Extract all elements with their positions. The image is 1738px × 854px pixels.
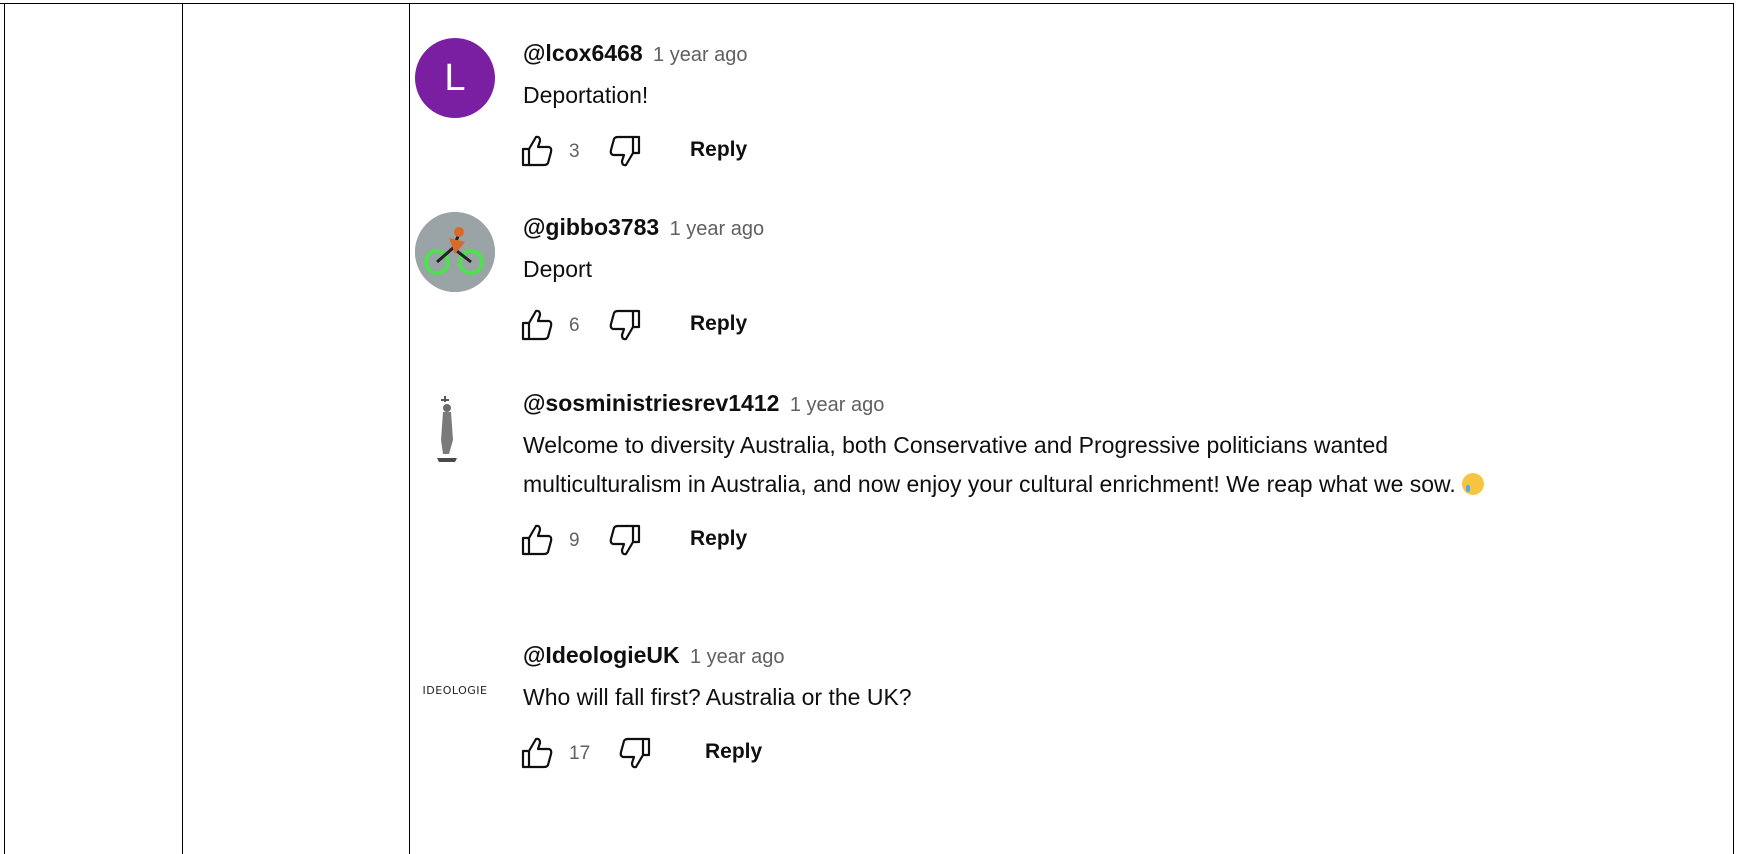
thumbs-down-icon [619, 737, 651, 769]
comment-text: Welcome to diversity Australia, both Con… [523, 432, 1456, 497]
like-count: 9 [569, 530, 580, 551]
table-border-top [0, 3, 1734, 4]
comment-text: Deport [523, 256, 593, 282]
thumbs-up-icon [521, 309, 553, 341]
thumbs-down-icon [609, 135, 641, 167]
comment-body: @sosministriesrev1412 1 year ago Welcome… [521, 388, 1715, 560]
author-handle[interactable]: @sosministriesrev1412 [523, 390, 779, 416]
reply-button[interactable]: Reply [690, 138, 747, 162]
statue-avatar-image [415, 388, 495, 468]
like-count: 3 [569, 141, 580, 162]
comment-text-block: Welcome to diversity Australia, both Con… [523, 426, 1533, 504]
like-button[interactable] [517, 520, 561, 560]
comment-header: @lcox6468 1 year ago [523, 38, 1715, 70]
thumbs-up-icon [521, 737, 553, 769]
comment-body: @IdeologieUK 1 year ago Who will fall fi… [521, 640, 1715, 773]
comment-text: Deportation! [523, 82, 649, 108]
comment-body: @gibbo3783 1 year ago Deport 6 Reply [521, 212, 1715, 345]
cyclist-avatar-image [415, 212, 495, 292]
comment-body: @lcox6468 1 year ago Deportation! 3 Repl… [521, 38, 1715, 171]
like-button[interactable] [517, 305, 561, 345]
author-handle[interactable]: @lcox6468 [523, 40, 643, 66]
comment-time[interactable]: 1 year ago [690, 646, 785, 668]
comment-time[interactable]: 1 year ago [653, 44, 748, 66]
dislike-button[interactable] [605, 520, 649, 560]
reply-button[interactable]: Reply [690, 312, 747, 336]
avatar[interactable]: IDEOLOGIE [415, 650, 495, 730]
dislike-button[interactable] [605, 305, 649, 345]
table-divider-1 [182, 3, 183, 854]
dislike-button[interactable] [605, 131, 649, 171]
avatar-letter: L [444, 56, 466, 99]
comment: L @lcox6468 1 year ago Deportation! 3 Re… [415, 38, 1715, 188]
thumbs-down-icon [609, 309, 641, 341]
table-divider-2 [409, 3, 410, 854]
comment-actions: 9 Reply [521, 520, 1715, 560]
thumbs-up-icon [521, 524, 553, 556]
like-button[interactable] [517, 733, 561, 773]
author-handle[interactable]: @gibbo3783 [523, 214, 659, 240]
thumbs-down-icon [609, 524, 641, 556]
comment-time[interactable]: 1 year ago [670, 218, 765, 240]
comment-header: @IdeologieUK 1 year ago [523, 640, 1715, 672]
comment-header: @gibbo3783 1 year ago [523, 212, 1715, 244]
comment-actions: 17 Reply [521, 733, 1715, 773]
comment-actions: 6 Reply [521, 305, 1715, 345]
crying-face-emoji-icon [1461, 473, 1484, 495]
reply-button[interactable]: Reply [705, 740, 762, 764]
avatar[interactable] [415, 212, 495, 292]
like-button[interactable] [517, 131, 561, 171]
comment: @sosministriesrev1412 1 year ago Welcome… [415, 388, 1715, 618]
comment: IDEOLOGIE @IdeologieUK 1 year ago Who wi… [415, 640, 1715, 854]
comment-time[interactable]: 1 year ago [790, 394, 885, 416]
comment: @gibbo3783 1 year ago Deport 6 Reply [415, 212, 1715, 362]
avatar[interactable] [415, 388, 495, 468]
comment-text: Who will fall first? Australia or the UK… [523, 684, 912, 710]
comment-actions: 3 Reply [521, 131, 1715, 171]
comment-header: @sosministriesrev1412 1 year ago [523, 388, 1715, 420]
avatar[interactable]: L [415, 38, 495, 118]
author-handle[interactable]: @IdeologieUK [523, 642, 680, 668]
dislike-button[interactable] [615, 733, 659, 773]
like-count: 17 [569, 743, 591, 764]
ideologie-logo: IDEOLOGIE [422, 683, 488, 697]
like-count: 6 [569, 315, 580, 336]
reply-button[interactable]: Reply [690, 527, 747, 551]
table-border-right [1733, 3, 1734, 854]
thumbs-up-icon [521, 135, 553, 167]
table-border-left [4, 3, 5, 854]
